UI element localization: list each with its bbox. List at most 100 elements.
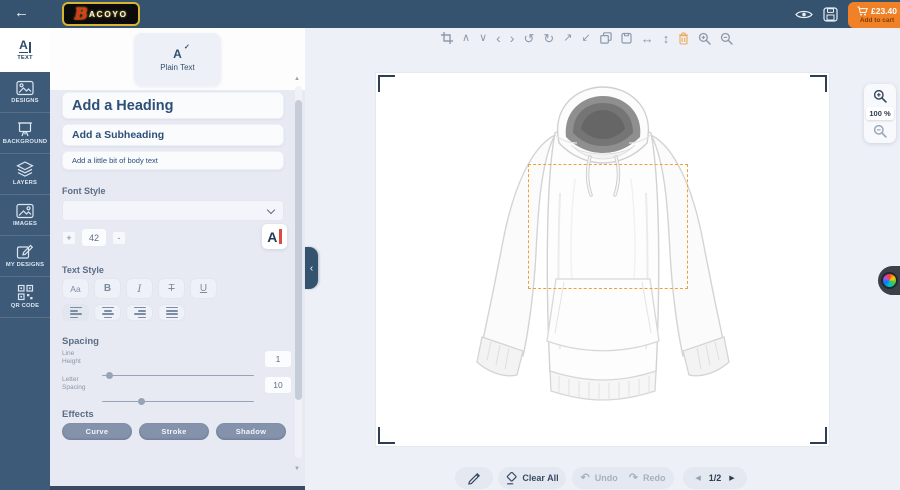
effect-shadow-button[interactable]: Shadow	[216, 423, 286, 440]
sidebar-item-label: QR CODE	[11, 303, 39, 309]
effects-row: Curve Stroke Shadow	[62, 423, 286, 440]
images-icon	[16, 203, 34, 219]
text-style-row: Aa B I T U	[62, 278, 217, 299]
effect-stroke-button[interactable]: Stroke	[139, 423, 209, 440]
layer-icon[interactable]	[621, 32, 632, 44]
nudge-down-icon[interactable]: ∨	[479, 33, 487, 44]
italic-button[interactable]: I	[126, 278, 153, 299]
redo-label[interactable]: Redo	[643, 473, 666, 483]
add-heading-button[interactable]: Add a Heading	[62, 92, 284, 119]
underline-button[interactable]: U	[190, 278, 217, 299]
design-canvas[interactable]	[375, 72, 830, 447]
redo-icon[interactable]: ↷	[629, 473, 638, 484]
text-align-row	[62, 304, 185, 321]
color-picker-widget[interactable]	[878, 266, 900, 295]
save-design-icon[interactable]	[823, 7, 838, 22]
nudge-left-icon[interactable]: ‹	[496, 31, 501, 45]
sidebar-item-background[interactable]: BACKGROUND	[0, 113, 50, 154]
add-subheading-button[interactable]: Add a Subheading	[62, 124, 284, 146]
panel-scrollbar-thumb[interactable]	[295, 100, 302, 400]
preview-eye-icon[interactable]	[795, 9, 813, 20]
cart-price: £23.40	[871, 6, 897, 16]
scale-up-icon[interactable]: ↗	[563, 33, 572, 44]
sidebar-item-text[interactable]: A TEXT	[0, 28, 50, 72]
strikethrough-button[interactable]: T	[158, 278, 185, 299]
clear-all-button[interactable]: Clear All	[498, 467, 566, 489]
topbar: ← B ACOYO £23.40 Add to cart	[0, 0, 900, 28]
font-style-select[interactable]	[62, 200, 284, 221]
rotate-cw-icon[interactable]: ↻	[543, 32, 554, 45]
cart-price-row: £23.40	[857, 6, 897, 16]
zoom-in-icon[interactable]	[698, 32, 711, 45]
text-cursor-bar	[279, 229, 282, 244]
layers-icon	[16, 161, 34, 178]
sidebar-item-qr-code[interactable]: QR CODE	[0, 277, 50, 318]
font-size-decrease-button[interactable]: -	[112, 231, 126, 245]
add-to-cart-button[interactable]: £23.40 Add to cart	[848, 2, 900, 28]
plain-text-option[interactable]: A✓ Plain Text	[134, 33, 221, 86]
duplicate-icon[interactable]	[600, 32, 612, 44]
panel-scroll-down-icon[interactable]: ▼	[294, 466, 300, 472]
sidebar-item-designs[interactable]: DESIGNS	[0, 72, 50, 113]
delete-icon[interactable]	[678, 32, 689, 45]
panel-scroll-up-icon[interactable]: ▲	[294, 76, 300, 82]
undo-label[interactable]: Undo	[595, 473, 618, 483]
text-tool-icon: A	[19, 39, 31, 53]
scale-down-icon[interactable]: ↙	[582, 33, 591, 44]
font-size-value[interactable]: 42	[81, 228, 107, 247]
align-center-button[interactable]	[94, 304, 121, 321]
letter-spacing-label: Letter Spacing	[62, 376, 94, 393]
effect-curve-button[interactable]: Curve	[62, 423, 132, 440]
undo-redo-group: ↶ Undo ↷ Redo	[572, 467, 674, 489]
zoom-out-icon[interactable]	[720, 32, 733, 45]
sidebar-item-layers[interactable]: LAYERS	[0, 154, 50, 195]
sidebar-item-label: TEXT	[17, 55, 33, 61]
font-size-increase-button[interactable]: +	[62, 231, 76, 245]
canvas-corner-bottom-left	[378, 427, 395, 444]
letter-spacing-slider-thumb[interactable]	[138, 398, 145, 405]
line-height-label: Line Height	[62, 350, 94, 367]
plain-text-icon: A✓	[173, 48, 182, 60]
cart-icon	[857, 6, 868, 16]
sidebar-item-my-designs[interactable]: MY DESIGNS	[0, 236, 50, 277]
nudge-up-icon[interactable]: ∧	[462, 33, 470, 44]
draw-tool-button[interactable]	[455, 467, 493, 489]
letter-spacing-value[interactable]: 10	[264, 376, 292, 394]
crop-icon[interactable]	[441, 32, 453, 44]
align-right-icon	[134, 307, 146, 318]
next-page-icon[interactable]: ▶	[729, 474, 734, 482]
flip-vertical-icon[interactable]: ↕	[663, 32, 670, 45]
nudge-right-icon[interactable]: ›	[510, 31, 515, 45]
brand-logo-text: ACOYO	[89, 10, 128, 19]
letter-spacing-slider[interactable]	[102, 401, 254, 403]
pencil-icon	[467, 471, 482, 486]
add-body-text-button[interactable]: Add a little bit of body text	[62, 151, 284, 170]
sidebar-item-images[interactable]: IMAGES	[0, 195, 50, 236]
back-arrow-icon[interactable]: ←	[14, 4, 29, 21]
print-area-boundary[interactable]	[528, 164, 688, 289]
text-color-picker[interactable]: A	[262, 224, 287, 249]
background-easel-icon	[16, 121, 34, 137]
align-right-button[interactable]	[126, 304, 153, 321]
page-indicator: 1/2	[709, 473, 722, 483]
page-navigation: ◀ 1/2 ▶	[683, 467, 747, 489]
case-button[interactable]: Aa	[62, 278, 89, 299]
align-center-icon	[102, 307, 114, 318]
align-left-icon	[70, 307, 82, 318]
canvas-zoom-out-icon[interactable]	[873, 124, 887, 138]
brand-logo[interactable]: B ACOYO	[62, 2, 140, 26]
text-tool-panel: A✓ Plain Text Add a Heading Add a Subhea…	[50, 28, 305, 490]
canvas-zoom-in-icon[interactable]	[873, 89, 887, 103]
line-height-value[interactable]: 1	[264, 350, 292, 368]
flip-horizontal-icon[interactable]: ↔	[641, 32, 654, 45]
spacing-label: Spacing	[62, 336, 99, 347]
panel-collapse-handle[interactable]: ‹	[305, 247, 318, 289]
canvas-corner-top-left	[378, 75, 395, 92]
align-justify-button[interactable]	[158, 304, 185, 321]
previous-page-icon[interactable]: ◀	[695, 474, 700, 482]
undo-icon[interactable]: ↶	[581, 473, 590, 484]
bold-button[interactable]: B	[94, 278, 121, 299]
rotate-ccw-icon[interactable]: ↺	[523, 32, 534, 45]
canvas-toolbar: ∧ ∨ ‹ › ↺ ↻ ↗ ↙ ↔ ↕	[441, 29, 733, 47]
align-left-button[interactable]	[62, 304, 89, 321]
